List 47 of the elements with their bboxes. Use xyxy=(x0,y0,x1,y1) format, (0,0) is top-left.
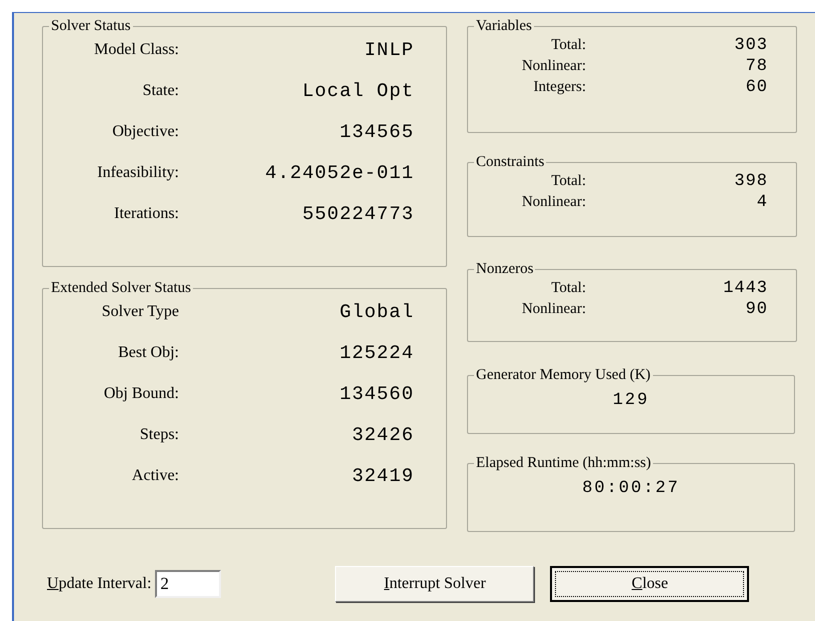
field-value: 4.24052e-011 xyxy=(264,160,414,186)
field-label: Total: xyxy=(550,36,586,56)
field-label: State: xyxy=(142,81,179,101)
group-title: Solver Status xyxy=(50,17,132,35)
field-label: Nonlinear: xyxy=(520,300,586,320)
field-value: INLP xyxy=(363,38,414,63)
field-value: 129 xyxy=(612,390,650,412)
dialog-button[interactable]: Close xyxy=(550,566,750,602)
field-label: Steps: xyxy=(138,425,179,445)
field-value: 398 xyxy=(733,170,768,193)
field-label: Best Obj: xyxy=(117,343,179,363)
field-value: 134560 xyxy=(338,382,414,407)
field-value: Global xyxy=(338,300,414,325)
field-value: 60 xyxy=(744,76,768,99)
field-label: Total: xyxy=(550,279,586,298)
field-value: 32419 xyxy=(350,464,414,489)
field-label: Nonlinear: xyxy=(520,193,586,212)
field-value: 90 xyxy=(744,298,768,321)
field-label: Total: xyxy=(550,172,586,192)
field-label: Infeasibility: xyxy=(96,163,179,183)
field-label: Solver Type xyxy=(100,302,179,322)
field-label: Integers: xyxy=(532,78,586,98)
field-label: Iterations: xyxy=(113,204,179,224)
group-title: Generator Memory Used (K) xyxy=(475,366,652,384)
field-label: Nonlinear: xyxy=(520,57,586,76)
field-label: Model Class: xyxy=(93,40,179,60)
group-title: Variables xyxy=(475,17,533,35)
field-value: 1443 xyxy=(722,278,768,300)
field-value: 550224773 xyxy=(301,202,414,227)
group-title: Extended Solver Status xyxy=(50,279,192,297)
field-label: Active: xyxy=(130,466,179,486)
group-title: Nonzeros xyxy=(475,260,534,278)
field-value: 134565 xyxy=(338,120,414,145)
field-value: 32426 xyxy=(350,422,414,448)
field-value: 4 xyxy=(756,192,768,214)
group-title: Constraints xyxy=(475,153,546,171)
group-title: Elapsed Runtime (hh:mm:ss) xyxy=(475,454,652,472)
field-value: 125224 xyxy=(338,340,414,366)
dialog-button[interactable]: Interrupt Solver xyxy=(335,566,534,602)
field-label: Update Interval: xyxy=(47,574,152,594)
field-label: Obj Bound: xyxy=(102,384,179,404)
field-value: 80:00:27 xyxy=(582,478,680,500)
field-label: Objective: xyxy=(111,122,179,142)
input-field[interactable]: 2 xyxy=(155,570,222,598)
field-value: 303 xyxy=(733,34,768,57)
field-value: Local Opt xyxy=(301,78,414,104)
field-value: 78 xyxy=(744,56,768,78)
